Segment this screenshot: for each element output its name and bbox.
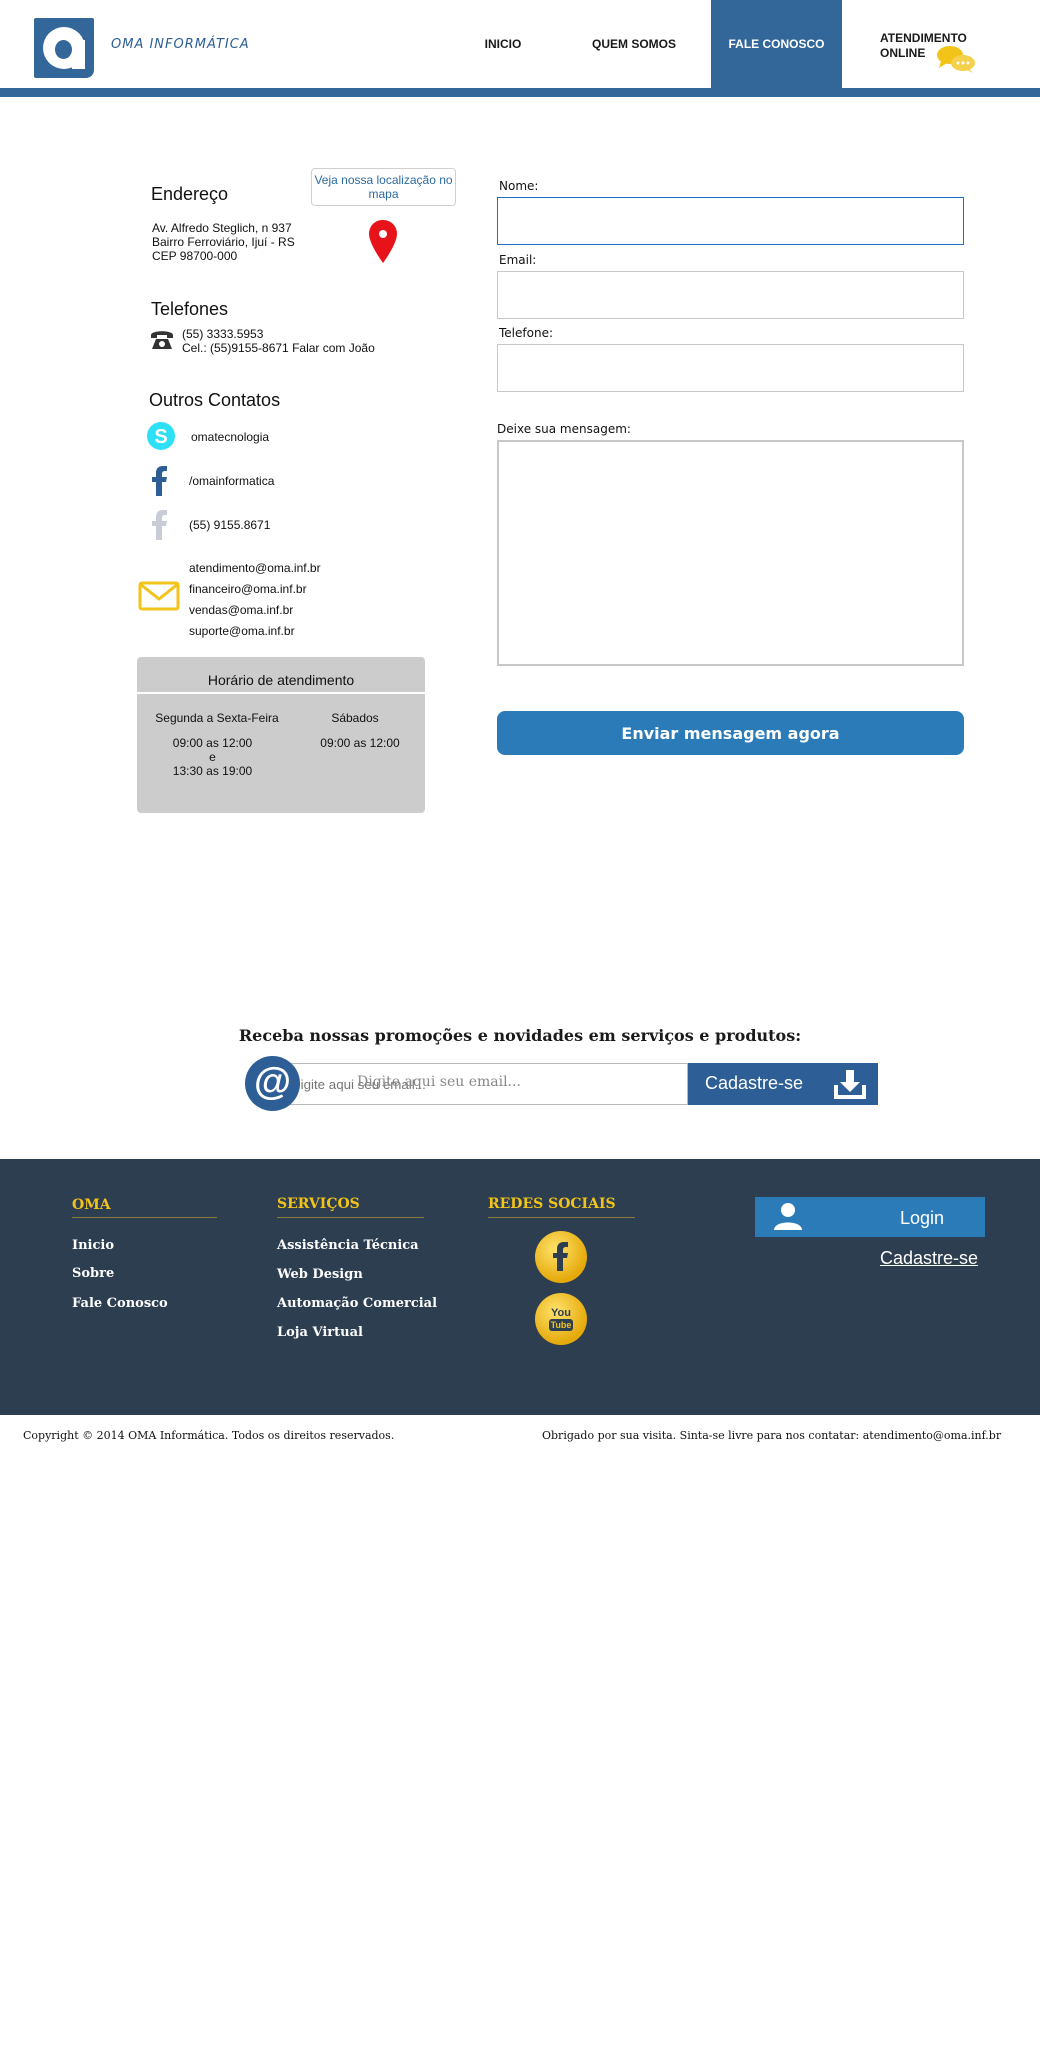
chat-bubbles-icon[interactable] bbox=[935, 44, 977, 74]
hours-divider bbox=[137, 692, 425, 694]
phone-label: Telefone: bbox=[499, 326, 553, 340]
youtube-you-text: You bbox=[551, 1307, 571, 1319]
message-label: Deixe sua mensagem: bbox=[497, 422, 631, 436]
footer-link-web-design[interactable]: Web Design bbox=[277, 1267, 363, 1282]
nav-inicio[interactable]: INICIO bbox=[455, 0, 551, 88]
phones-title: Telefones bbox=[151, 299, 229, 319]
email-label: Email: bbox=[499, 253, 537, 267]
download-icon bbox=[834, 1070, 866, 1099]
email-input[interactable] bbox=[497, 271, 964, 319]
footer-link-inicio[interactable]: Inicio bbox=[72, 1238, 114, 1253]
name-input[interactable] bbox=[497, 197, 964, 245]
facebook-icon bbox=[152, 466, 167, 496]
footer-link-loja-virtual[interactable]: Loja Virtual bbox=[277, 1325, 363, 1340]
skype-handle: omatecnologia bbox=[191, 430, 270, 444]
facebook-icon bbox=[553, 1242, 568, 1271]
nav-quem-somos[interactable]: QUEM SOMOS bbox=[578, 0, 690, 88]
copyright-text: Copyright © 2014 OMA Informática. Todos … bbox=[23, 1429, 395, 1442]
weekday-hours: 09:00 as 12:00 e 13:30 as 19:00 bbox=[142, 736, 283, 778]
phone-line2: Cel.: (55)9155-8671 Falar com João bbox=[182, 341, 375, 355]
email-suporte[interactable]: suporte@oma.inf.br bbox=[189, 624, 295, 638]
phone-line1: (55) 3333.5953 bbox=[182, 327, 264, 341]
saturday-label: Sábados bbox=[331, 711, 379, 725]
at-sign-icon: @ bbox=[245, 1056, 300, 1111]
saturday-hours: 09:00 as 12:00 bbox=[320, 736, 400, 750]
other-contacts-title: Outros Contatos bbox=[149, 390, 281, 410]
skype-icon: S bbox=[147, 422, 175, 450]
weekday-line3: 13:30 as 19:00 bbox=[172, 764, 253, 778]
map-pin-icon[interactable] bbox=[368, 219, 398, 265]
weekday-line2: e bbox=[209, 750, 216, 764]
weekday-line1: 09:00 as 12:00 bbox=[172, 736, 253, 750]
svg-text:S: S bbox=[154, 426, 167, 448]
name-label: Nome: bbox=[499, 179, 539, 193]
footer-oma-title: OMA bbox=[72, 1197, 111, 1213]
phone-input[interactable] bbox=[497, 344, 964, 392]
contact-thanks-text: Obrigado por sua visita. Sinta-se livre … bbox=[542, 1429, 1002, 1442]
brand-name: OMA INFORMÁTICA bbox=[111, 37, 250, 52]
footer-link-fale-conosco[interactable]: Fale Conosco bbox=[72, 1296, 168, 1311]
footer-services-rule bbox=[277, 1217, 424, 1218]
email-vendas[interactable]: vendas@oma.inf.br bbox=[189, 603, 293, 617]
footer-services-title: SERVIÇOS bbox=[277, 1196, 360, 1212]
facebook-light-icon bbox=[152, 510, 167, 540]
email-atendimento[interactable]: atendimento@oma.inf.br bbox=[189, 561, 321, 575]
user-icon bbox=[774, 1203, 802, 1230]
footer-link-automacao[interactable]: Automação Comercial bbox=[277, 1296, 437, 1311]
hours-title: Horário de atendimento bbox=[207, 672, 355, 688]
newsletter-title: Receba nossas promoções e novidades em s… bbox=[238, 1026, 802, 1045]
oma-logo[interactable] bbox=[34, 18, 94, 78]
youtube-icon: You Tube bbox=[549, 1307, 573, 1331]
login-label: Login bbox=[900, 1208, 945, 1228]
address-line3: CEP 98700-000 bbox=[152, 249, 238, 263]
contact-phone: (55) 9155.8671 bbox=[189, 518, 271, 532]
newsletter-subscribe-label: Cadastre-se bbox=[705, 1073, 804, 1093]
footer-social-title: REDES SOCIAIS bbox=[488, 1196, 616, 1212]
address-line1: Av. Alfredo Steglich, n 937 bbox=[152, 221, 292, 235]
footer-youtube-button[interactable]: You Tube bbox=[535, 1293, 587, 1345]
footer-social-rule bbox=[488, 1217, 635, 1218]
nav-fale-conosco[interactable]: FALE CONOSCO bbox=[711, 0, 842, 88]
map-location-button[interactable]: Veja nossa localização no mapa bbox=[311, 168, 456, 206]
footer-facebook-button[interactable] bbox=[535, 1231, 587, 1283]
footer-link-sobre[interactable]: Sobre bbox=[72, 1266, 114, 1281]
facebook-handle: /omainformatica bbox=[189, 474, 275, 488]
address-line2: Bairro Ferroviário, Ijuí - RS bbox=[152, 235, 295, 249]
newsletter-placeholder: Digite aqui seu email... bbox=[357, 1074, 521, 1090]
message-textarea[interactable] bbox=[497, 440, 964, 666]
footer-oma-rule bbox=[72, 1217, 217, 1218]
header-bar bbox=[0, 88, 1040, 97]
telephone-icon bbox=[151, 331, 173, 349]
email-financeiro[interactable]: financeiro@oma.inf.br bbox=[189, 582, 307, 596]
youtube-tube-text: Tube bbox=[551, 1320, 572, 1330]
email-envelope-icon bbox=[138, 581, 180, 611]
send-message-button[interactable]: Enviar mensagem agora bbox=[497, 711, 964, 755]
address-title: Endereço bbox=[151, 184, 229, 204]
register-link[interactable]: Cadastre-se bbox=[880, 1248, 978, 1269]
weekday-label: Segunda a Sexta-Feira bbox=[155, 711, 279, 725]
footer-link-assistencia[interactable]: Assistência Técnica bbox=[277, 1238, 419, 1253]
